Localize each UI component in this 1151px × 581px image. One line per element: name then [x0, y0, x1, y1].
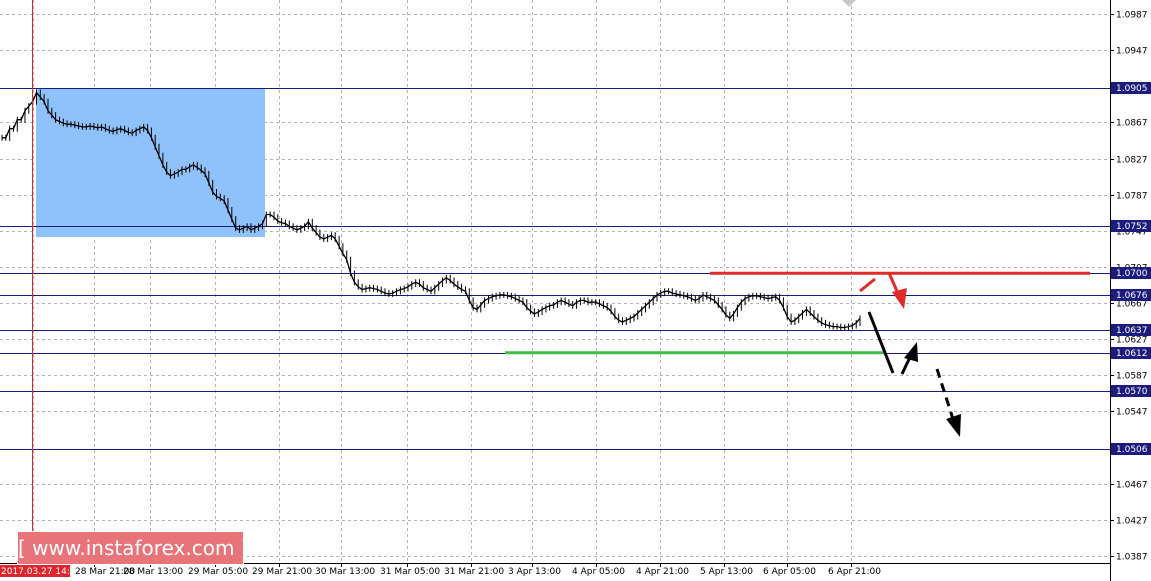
- y-tick-label: 1.0387: [1116, 553, 1148, 563]
- x-tick-label: 28 Mar 13:00: [123, 567, 183, 577]
- x-tick-label: 5 Apr 13:00: [700, 567, 753, 577]
- x-tick-label: 31 Mar 21:00: [444, 567, 504, 577]
- y-tick-label: 1.0627: [1116, 336, 1148, 346]
- level-label: 1.0506: [1116, 445, 1148, 455]
- y-tick-label: 1.0427: [1116, 517, 1148, 527]
- watermark: [ www.instaforex.com ]: [17, 531, 249, 565]
- chart-grid: [0, 0, 1110, 563]
- x-tick-label: 31 Mar 05:00: [380, 567, 440, 577]
- x-tick-label: 30 Mar 13:00: [315, 567, 375, 577]
- level-labels: 1.0905 1.0752 1.0700 1.0676 1.0637 1.0612 1.05…: [1111, 82, 1151, 455]
- forecast-drop-line: [867, 311, 895, 374]
- x-tick-label: 6 Apr 05:00: [763, 567, 816, 577]
- x-axis: 2017.03.27 14:0028 Mar 21:0028 Mar 13:00…: [0, 563, 881, 577]
- arrow-head-red-icon: [892, 288, 907, 309]
- scroll-marker-icon: [842, 0, 856, 7]
- y-tick-label: 1.0587: [1116, 372, 1148, 382]
- level-label: 1.0905: [1116, 84, 1148, 94]
- time-cursor-label: 2017.03.27 14:00: [1, 567, 82, 577]
- y-tick-label: 1.0867: [1116, 119, 1148, 129]
- level-label: 1.0570: [1116, 387, 1148, 397]
- level-label: 1.0752: [1116, 222, 1148, 232]
- x-tick-label: 4 Apr 21:00: [636, 567, 689, 577]
- y-tick-label: 1.0947: [1116, 47, 1148, 57]
- forecast-annotations: [505, 271, 1090, 437]
- y-tick-label: 1.0987: [1116, 11, 1148, 21]
- x-tick-label: 6 Apr 21:00: [828, 567, 881, 577]
- level-label: 1.0700: [1116, 269, 1148, 279]
- arrow-head-up-icon: [904, 342, 918, 362]
- y-tick-label: 1.0547: [1116, 408, 1148, 418]
- arrow-head-down-icon: [946, 414, 961, 437]
- x-tick-label: 29 Mar 05:00: [188, 567, 248, 577]
- level-label: 1.0612: [1116, 349, 1148, 359]
- level-label: 1.0676: [1116, 291, 1148, 301]
- x-tick-label: 3 Apr 13:00: [508, 567, 561, 577]
- price-chart: 1.09871.09471.08671.08271.07871.07471.07…: [0, 0, 1151, 581]
- forecast-up-segment: [859, 277, 876, 293]
- y-tick-label: 1.0467: [1116, 481, 1148, 491]
- x-tick-label: 29 Mar 21:00: [252, 567, 312, 577]
- y-tick-label: 1.0827: [1116, 156, 1148, 166]
- x-tick-label: 4 Apr 05:00: [572, 567, 625, 577]
- level-label: 1.0637: [1116, 326, 1148, 336]
- y-tick-label: 1.0787: [1116, 192, 1148, 202]
